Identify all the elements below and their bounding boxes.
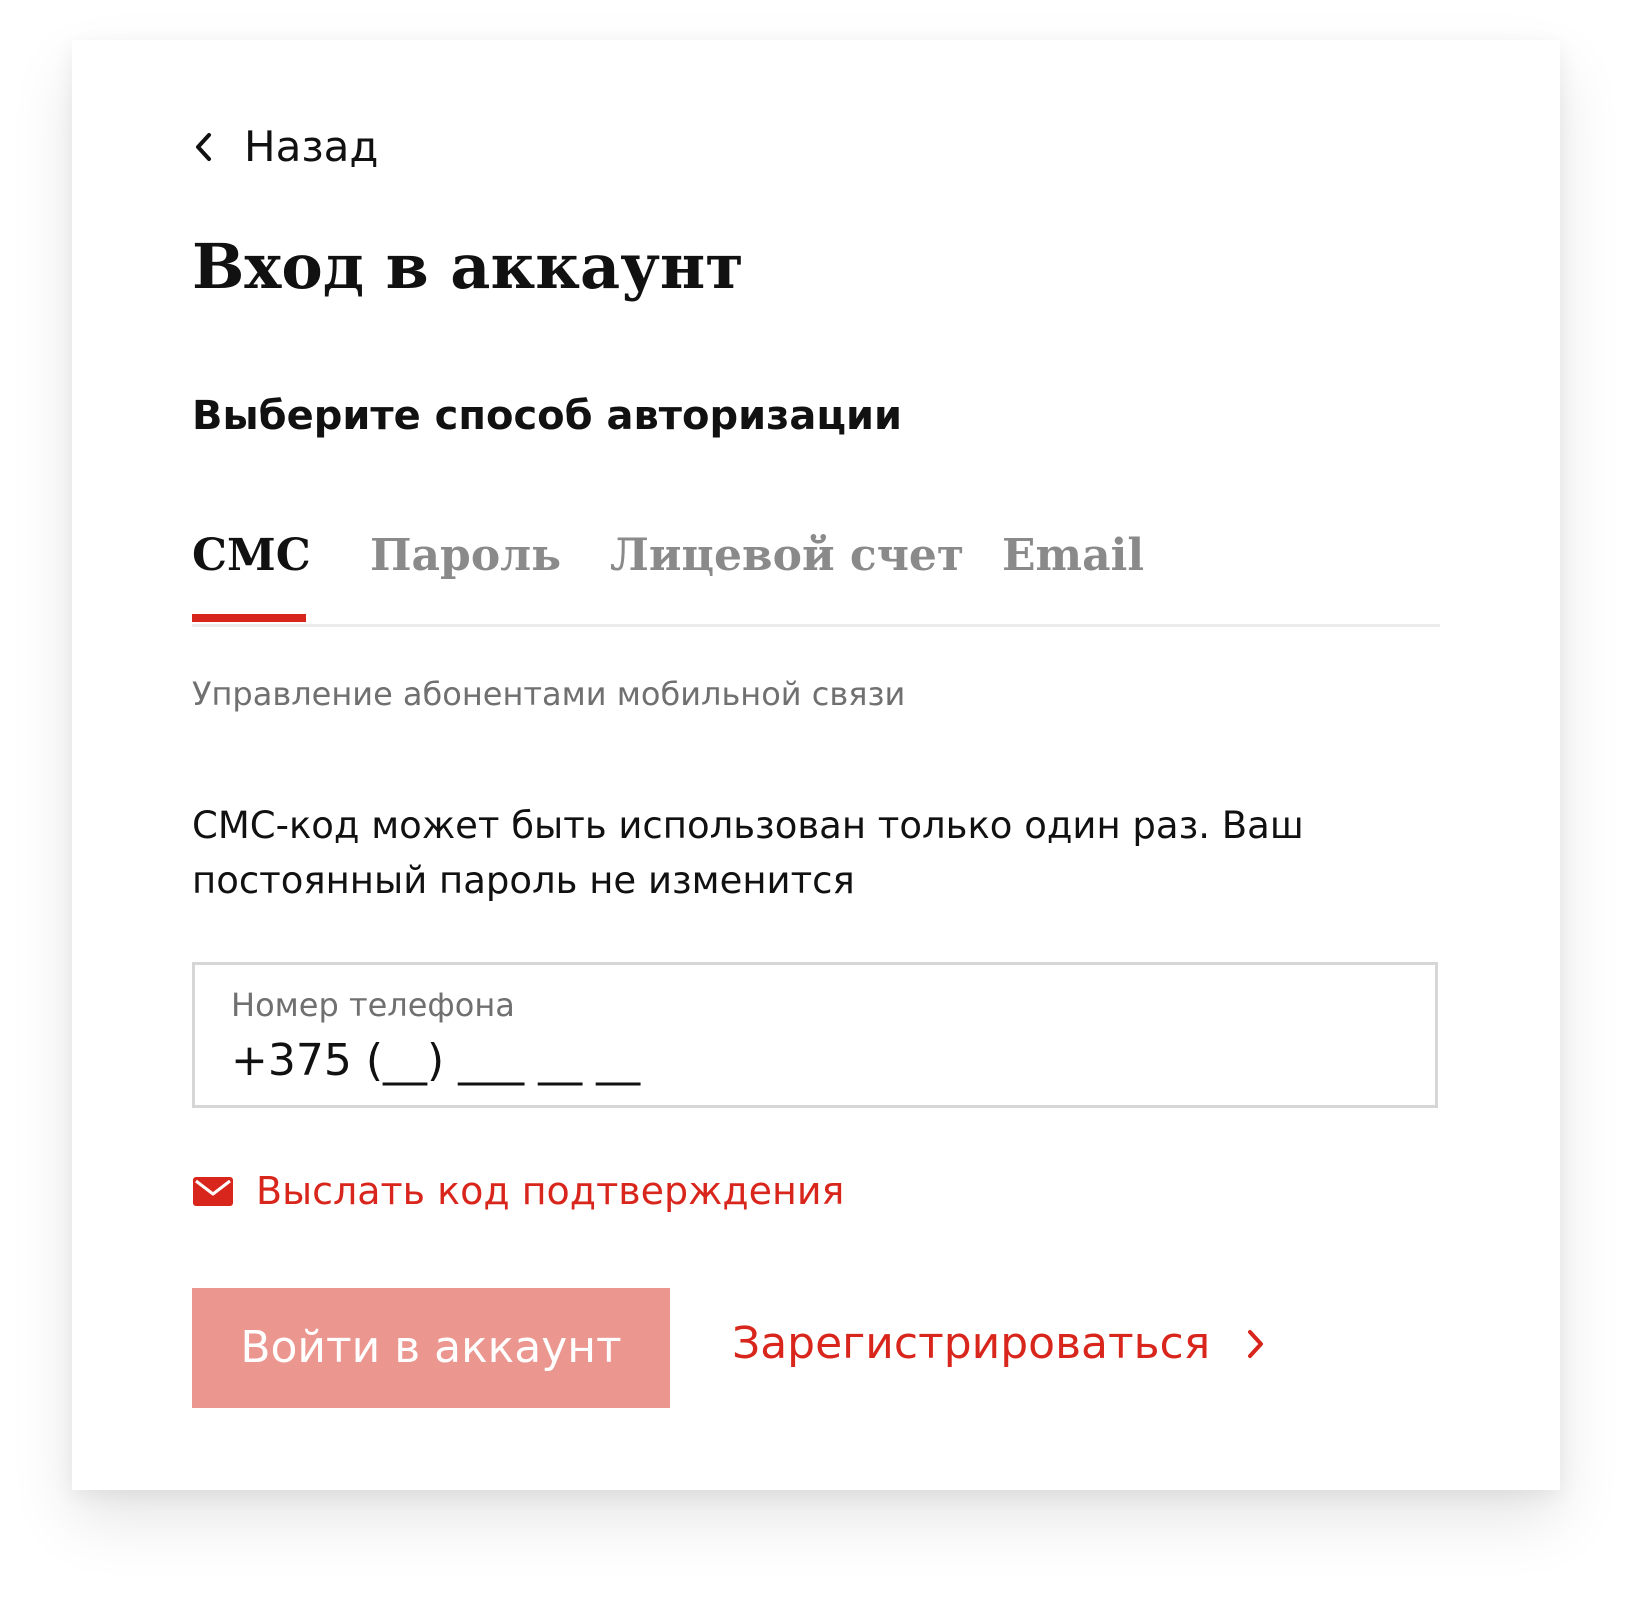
register-label: Зарегистрироваться xyxy=(732,1318,1211,1369)
auth-method-subtitle: Выберите способ авторизации xyxy=(192,393,903,439)
chevron-left-icon xyxy=(192,130,214,164)
send-code-label: Выслать код подтверждения xyxy=(256,1169,845,1213)
back-label: Назад xyxy=(244,122,379,171)
active-tab-indicator xyxy=(192,614,306,622)
phone-field[interactable]: Номер телефона +375 (__) ___ __ __ xyxy=(192,962,1438,1108)
login-card: Назад Вход в аккаунт Выберите способ авт… xyxy=(72,40,1560,1490)
tab-password[interactable]: Пароль xyxy=(370,534,561,578)
send-code-link[interactable]: Выслать код подтверждения xyxy=(192,1172,844,1210)
tab-account-number[interactable]: Лицевой счет xyxy=(610,534,964,578)
chevron-right-icon xyxy=(1210,1327,1266,1361)
auth-tabs: СМС Пароль Лицевой счет Email xyxy=(192,534,1440,627)
page-title: Вход в аккаунт xyxy=(192,230,744,303)
tab-hint: Управление абонентами мобильной связи xyxy=(192,675,906,713)
sms-info-text: СМС-код может быть использован только од… xyxy=(192,804,1304,902)
phone-input[interactable]: +375 (__) ___ __ __ xyxy=(231,1039,640,1083)
tab-sms[interactable]: СМС xyxy=(192,534,311,578)
phone-field-label: Номер телефона xyxy=(231,986,515,1024)
register-link[interactable]: Зарегистрироваться xyxy=(732,1322,1266,1366)
tab-email[interactable]: Email xyxy=(1002,534,1144,578)
login-button[interactable]: Войти в аккаунт xyxy=(192,1288,670,1408)
envelope-icon xyxy=(192,1174,234,1208)
back-link[interactable]: Назад xyxy=(192,126,378,168)
